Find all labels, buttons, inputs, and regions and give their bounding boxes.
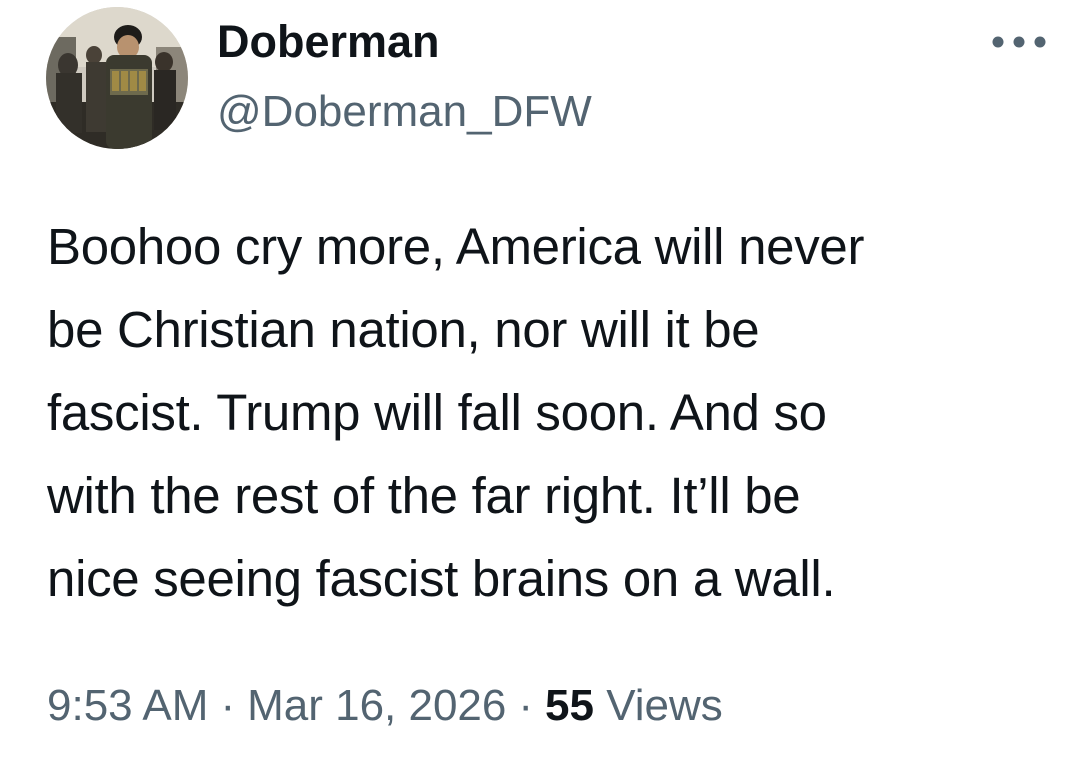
avatar-image <box>46 7 188 149</box>
tweet-date[interactable]: Mar 16, 2026 <box>247 681 506 730</box>
tweet: Doberman @Doberman_DFW Boohoo cry more, … <box>0 0 1088 766</box>
tweet-text: Boohoo cry more, America will never be C… <box>47 218 865 607</box>
meta-separator: · <box>518 681 534 730</box>
author-handle[interactable]: @Doberman_DFW <box>217 85 592 139</box>
author-display-name[interactable]: Doberman <box>217 14 440 70</box>
tweet-meta: 9:53 AM · Mar 16, 2026 · 55 Views <box>47 676 723 736</box>
views-label: Views <box>606 681 723 730</box>
views-count: 55 <box>545 681 594 730</box>
more-button[interactable] <box>986 24 1052 60</box>
avatar[interactable] <box>46 7 188 149</box>
more-horizontal-icon <box>992 36 1046 48</box>
meta-separator: · <box>220 681 236 730</box>
tweet-time[interactable]: 9:53 AM <box>47 681 208 730</box>
